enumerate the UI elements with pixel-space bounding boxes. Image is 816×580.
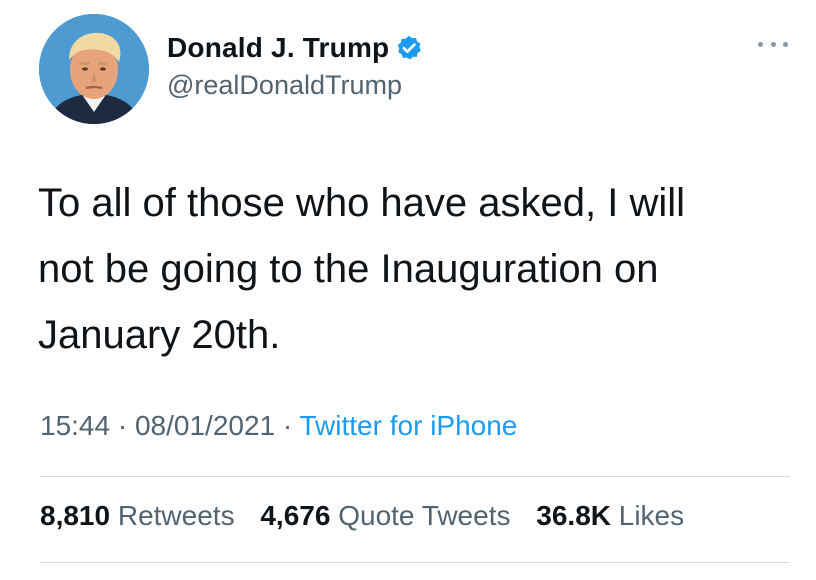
retweets-stat[interactable]: 8,810 Retweets xyxy=(40,500,235,531)
tweet-source-link[interactable]: Twitter for iPhone xyxy=(300,410,518,441)
likes-label: Likes xyxy=(618,500,685,531)
tweet-text: To all of those who have asked, I will n… xyxy=(38,170,778,368)
tweet-stats: 8,810 Retweets 4,676 Quote Tweets 36.8K … xyxy=(40,500,702,532)
tweet-text-line: To all of those who have asked, I will xyxy=(38,181,686,225)
meta-separator: · xyxy=(117,410,128,441)
more-options-icon[interactable] xyxy=(758,36,788,52)
avatar-image xyxy=(39,14,149,124)
likes-stat[interactable]: 36.8K Likes xyxy=(536,500,684,531)
more-dot xyxy=(783,41,788,47)
retweets-label: Retweets xyxy=(117,500,235,531)
tweet-time[interactable]: 15:44 xyxy=(40,410,110,441)
quote-tweets-count: 4,676 xyxy=(260,500,331,531)
more-dot xyxy=(758,41,763,47)
author-name-row: Donald J. Trump xyxy=(167,28,423,68)
avatar[interactable] xyxy=(39,14,149,124)
more-dot xyxy=(770,41,776,47)
tweet-date[interactable]: 08/01/2021 xyxy=(135,410,275,441)
tweet-text-line: January 20th. xyxy=(38,313,281,357)
quote-tweets-stat[interactable]: 4,676 Quote Tweets xyxy=(260,500,510,531)
divider xyxy=(40,476,790,477)
quote-tweets-label: Quote Tweets xyxy=(338,500,511,531)
display-name[interactable]: Donald J. Trump xyxy=(167,32,389,64)
tweet-metadata: 15:44 · 08/01/2021 · Twitter for iPhone xyxy=(40,410,517,442)
verified-badge-icon xyxy=(395,34,423,62)
retweets-count: 8,810 xyxy=(40,500,111,531)
likes-count: 36.8K xyxy=(536,500,611,531)
divider xyxy=(40,562,790,563)
author-handle[interactable]: @realDonaldTrump xyxy=(167,70,402,101)
tweet-card: Donald J. Trump @realDonaldTrump To all … xyxy=(0,0,816,580)
meta-separator: · xyxy=(282,410,293,441)
tweet-text-line: not be going to the Inauguration on xyxy=(38,247,659,291)
